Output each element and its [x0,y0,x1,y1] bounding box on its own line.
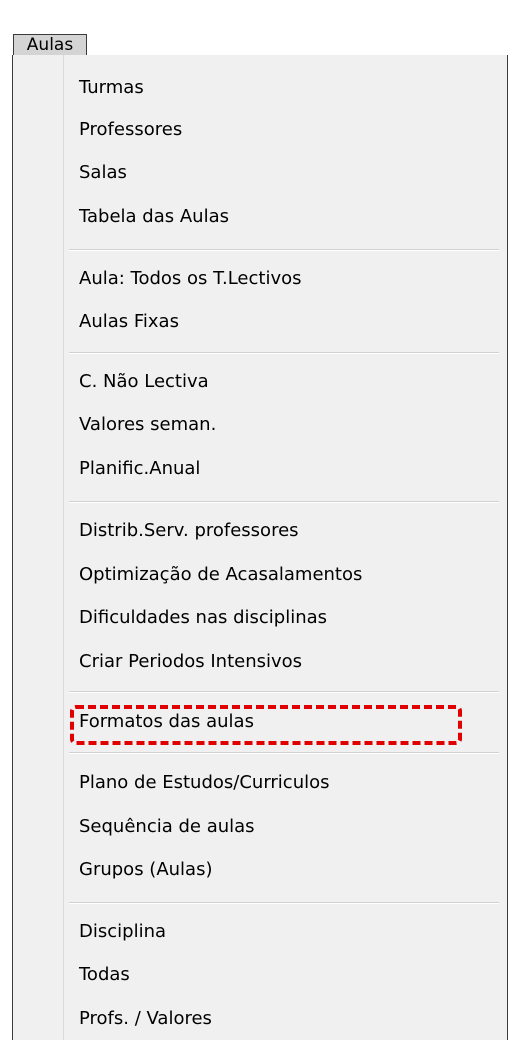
menu-item-aula-todos-tlectivos[interactable]: Aula: Todos os T.Lectivos [79,262,302,296]
menu-item-dificuldades-disciplinas[interactable]: Dificuldades nas disciplinas [79,601,327,635]
menu-item-c-nao-lectiva[interactable]: C. Não Lectiva [79,365,209,399]
menu-separator [69,691,499,693]
menu-item-salas[interactable]: Salas [79,156,127,190]
menu-item-planific-anual[interactable]: Planific.Anual [79,452,200,486]
menu-item-turmas[interactable]: Turmas [79,71,144,105]
menu-item-tabela-das-aulas[interactable]: Tabela das Aulas [79,200,229,234]
menu-item-plano-de-estudos[interactable]: Plano de Estudos/Curriculos [79,766,330,800]
menu-item-criar-periodos-intensivos[interactable]: Criar Periodos Intensivos [79,645,302,679]
menu-item-profs-valores[interactable]: Profs. / Valores [79,1002,212,1036]
menu-item-professores[interactable]: Professores [79,113,182,147]
menu-item-optimizacao-acasalamentos[interactable]: Optimização de Acasalamentos [79,558,362,592]
menu-item-distrib-serv-professores[interactable]: Distrib.Serv. professores [79,514,299,548]
menu-aulas[interactable]: Aulas [13,34,87,56]
menu-item-aulas-fixas[interactable]: Aulas Fixas [79,305,179,339]
menu-item-valores-seman[interactable]: Valores seman. [79,408,216,442]
menu-item-todas[interactable]: Todas [79,958,130,992]
menu-item-sequencia-de-aulas[interactable]: Sequência de aulas [79,810,255,844]
icon-gutter-divider [63,55,64,1040]
highlight-annotation [70,705,462,745]
menu-separator [69,249,499,251]
menu-bar: Aulas [0,0,516,61]
menu-separator [69,752,499,754]
dropdown-menu-aulas: Turmas Professores Salas Tabela das Aula… [12,55,508,1040]
menu-separator [69,352,499,354]
menu-item-disciplina[interactable]: Disciplina [79,915,166,949]
menu-item-grupos-aulas[interactable]: Grupos (Aulas) [79,853,212,887]
menu-separator [69,501,499,503]
menu-separator [69,902,499,904]
